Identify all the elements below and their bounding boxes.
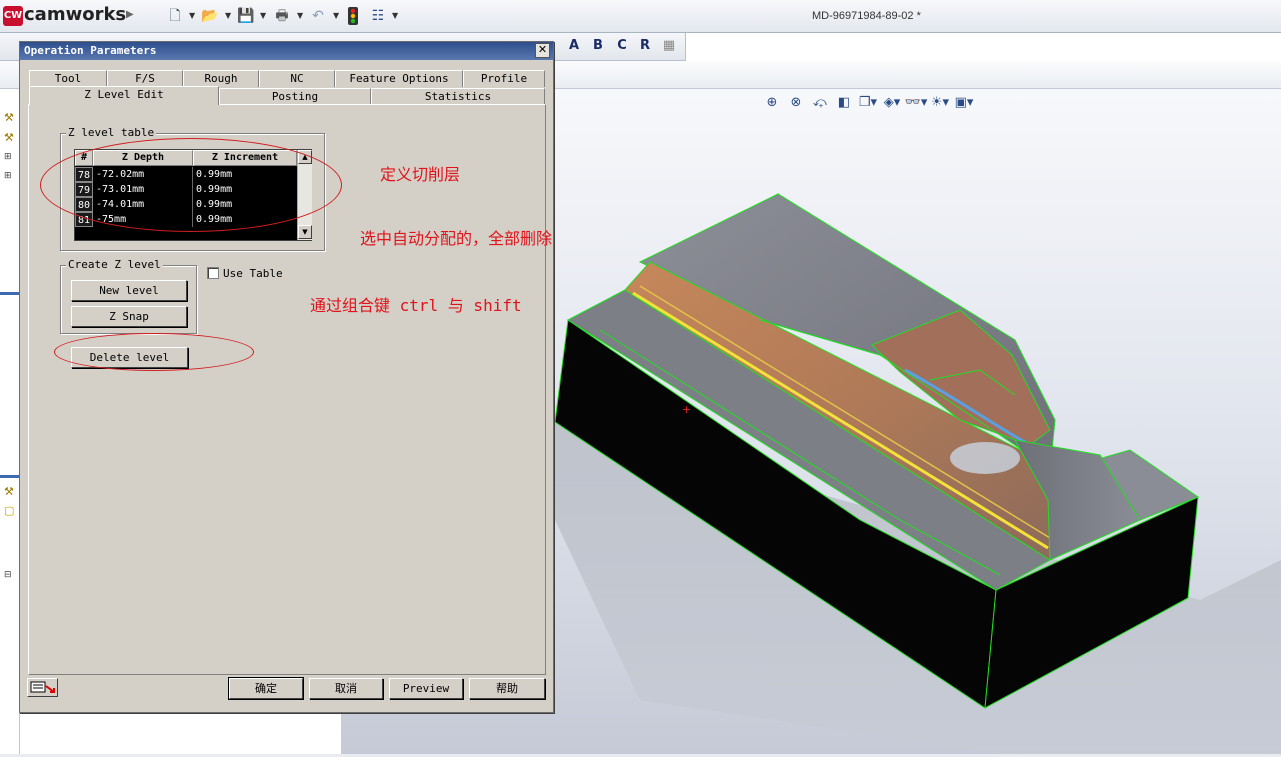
tree-splitter[interactable] [0,475,20,478]
operation-parameters-dialog: Operation Parameters ✕ Tool F/S Rough NC… [19,41,554,713]
help-button[interactable]: 帮助 [469,678,545,699]
app-title-bar: CW camworks ▶ 🗋 ▼ 📂 ▼ 💾 ▼ 🖶 ▼ ↶ ▼ ☷ ▼ MD… [0,0,1281,33]
annotation-ellipse-table [40,138,342,232]
tab-fs[interactable]: F/S [107,70,183,87]
annotation-ellipse-delete [54,333,254,371]
undo-dropdown-arrow-icon[interactable]: ▼ [333,11,339,20]
create-z-level-group: Create Z level New level Z Snap [60,258,197,334]
save-icon[interactable]: 💾 [237,7,255,25]
view-orientation-icon[interactable]: ❒▾ [856,95,880,110]
zoom-previous-icon[interactable]: ⤽ [808,95,832,110]
display-style-icon[interactable]: ◈▾ [880,95,904,110]
tab-profile[interactable]: Profile [463,70,545,87]
print-dropdown-arrow-icon[interactable]: ▼ [297,11,303,20]
z-level-table-label: Z level table [66,126,157,139]
app-menu-arrow-icon[interactable]: ▶ [126,9,134,25]
stock-icon[interactable]: ▢ [4,504,18,518]
create-z-level-label: Create Z level [66,258,163,271]
toolbar-tool-a-icon[interactable]: A [566,38,582,54]
tab-posting[interactable]: Posting [219,88,371,105]
tree-splitter[interactable] [0,292,20,295]
traffic-light-icon[interactable] [346,7,360,25]
toolbar-tool-c-icon[interactable]: C [614,38,630,54]
save-dropdown-arrow-icon[interactable]: ▼ [260,11,266,20]
options-dropdown-arrow-icon[interactable]: ▼ [392,11,398,20]
zoom-area-icon[interactable]: ⊗ [784,95,808,110]
annotation-define-layers: 定义切削层 [380,165,461,184]
tree-node-icon[interactable]: ⚒ [4,131,18,145]
undo-icon[interactable]: ↶ [309,7,327,25]
document-title: MD-96971984-89-02 * [812,10,921,22]
svg-text:+: + [682,403,691,416]
feature-tree-panel: ⚒ ⚒ ⊞ ⊞ ⚒ ▢ ⊟ [0,89,20,757]
use-table-checkbox[interactable] [207,267,219,279]
edit-appearance-icon[interactable]: ☀▾ [928,95,952,110]
tab-feature-options[interactable]: Feature Options [335,70,463,87]
preview-button[interactable]: Preview [389,678,463,699]
tab-tool[interactable]: Tool [29,70,107,87]
dialog-title: Operation Parameters [24,44,157,57]
expand-icon[interactable]: ⊞ [4,171,18,185]
ok-button[interactable]: 确定 [228,677,304,700]
new-level-button[interactable]: New level [71,280,187,301]
tab-nc[interactable]: NC [259,70,335,87]
new-file-icon[interactable]: 🗋 [166,7,184,25]
expand-icon[interactable]: ⊞ [4,152,18,166]
toolbar-tool-b-icon[interactable]: B [590,38,606,54]
app-name: camworks [24,4,127,25]
z-snap-button[interactable]: Z Snap [71,306,187,327]
toolbar-tool-r-icon[interactable]: R [637,38,653,54]
options-list-icon[interactable]: ☷ [369,7,387,25]
help-tool-icon[interactable] [27,678,58,697]
tree-node-icon[interactable]: ⚒ [4,485,18,499]
new-dropdown-arrow-icon[interactable]: ▼ [189,11,195,20]
zoom-fit-icon[interactable]: ⊕ [760,95,784,110]
heads-up-view-toolbar: ⊕ ⊗ ⤽ ◧ ❒▾ ◈▾ 👓▾ ☀▾ ▣▾ [760,95,976,117]
tree-node-icon[interactable]: ⚒ [4,111,18,125]
annotation-select-auto-delete: 选中自动分配的，全部删除 [360,229,553,248]
section-view-icon[interactable]: ◧ [832,95,856,110]
use-table-label[interactable]: Use Table [223,267,283,280]
close-icon[interactable]: ✕ [535,43,550,58]
tab-z-level-edit[interactable]: Z Level Edit [29,86,219,105]
annotation-combo-keys: 通过组合键 ctrl 与 shift [310,296,522,315]
open-folder-icon[interactable]: 📂 [201,7,219,25]
hide-show-icon[interactable]: 👓▾ [904,95,928,110]
collapse-icon[interactable]: ⊟ [4,570,18,584]
open-dropdown-arrow-icon[interactable]: ▼ [225,11,231,20]
scene-icon[interactable]: ▣▾ [952,95,976,110]
dialog-title-bar[interactable]: Operation Parameters [20,42,553,60]
tab-statistics[interactable]: Statistics [371,88,545,105]
tab-rough[interactable]: Rough [183,70,259,87]
cancel-button[interactable]: 取消 [309,678,383,699]
print-icon[interactable]: 🖶 [273,7,291,25]
camworks-logo-icon: CW [3,6,23,26]
toolbar-tool-grid-icon[interactable]: ▦ [661,38,677,54]
scroll-down-icon[interactable]: ▼ [298,225,312,239]
